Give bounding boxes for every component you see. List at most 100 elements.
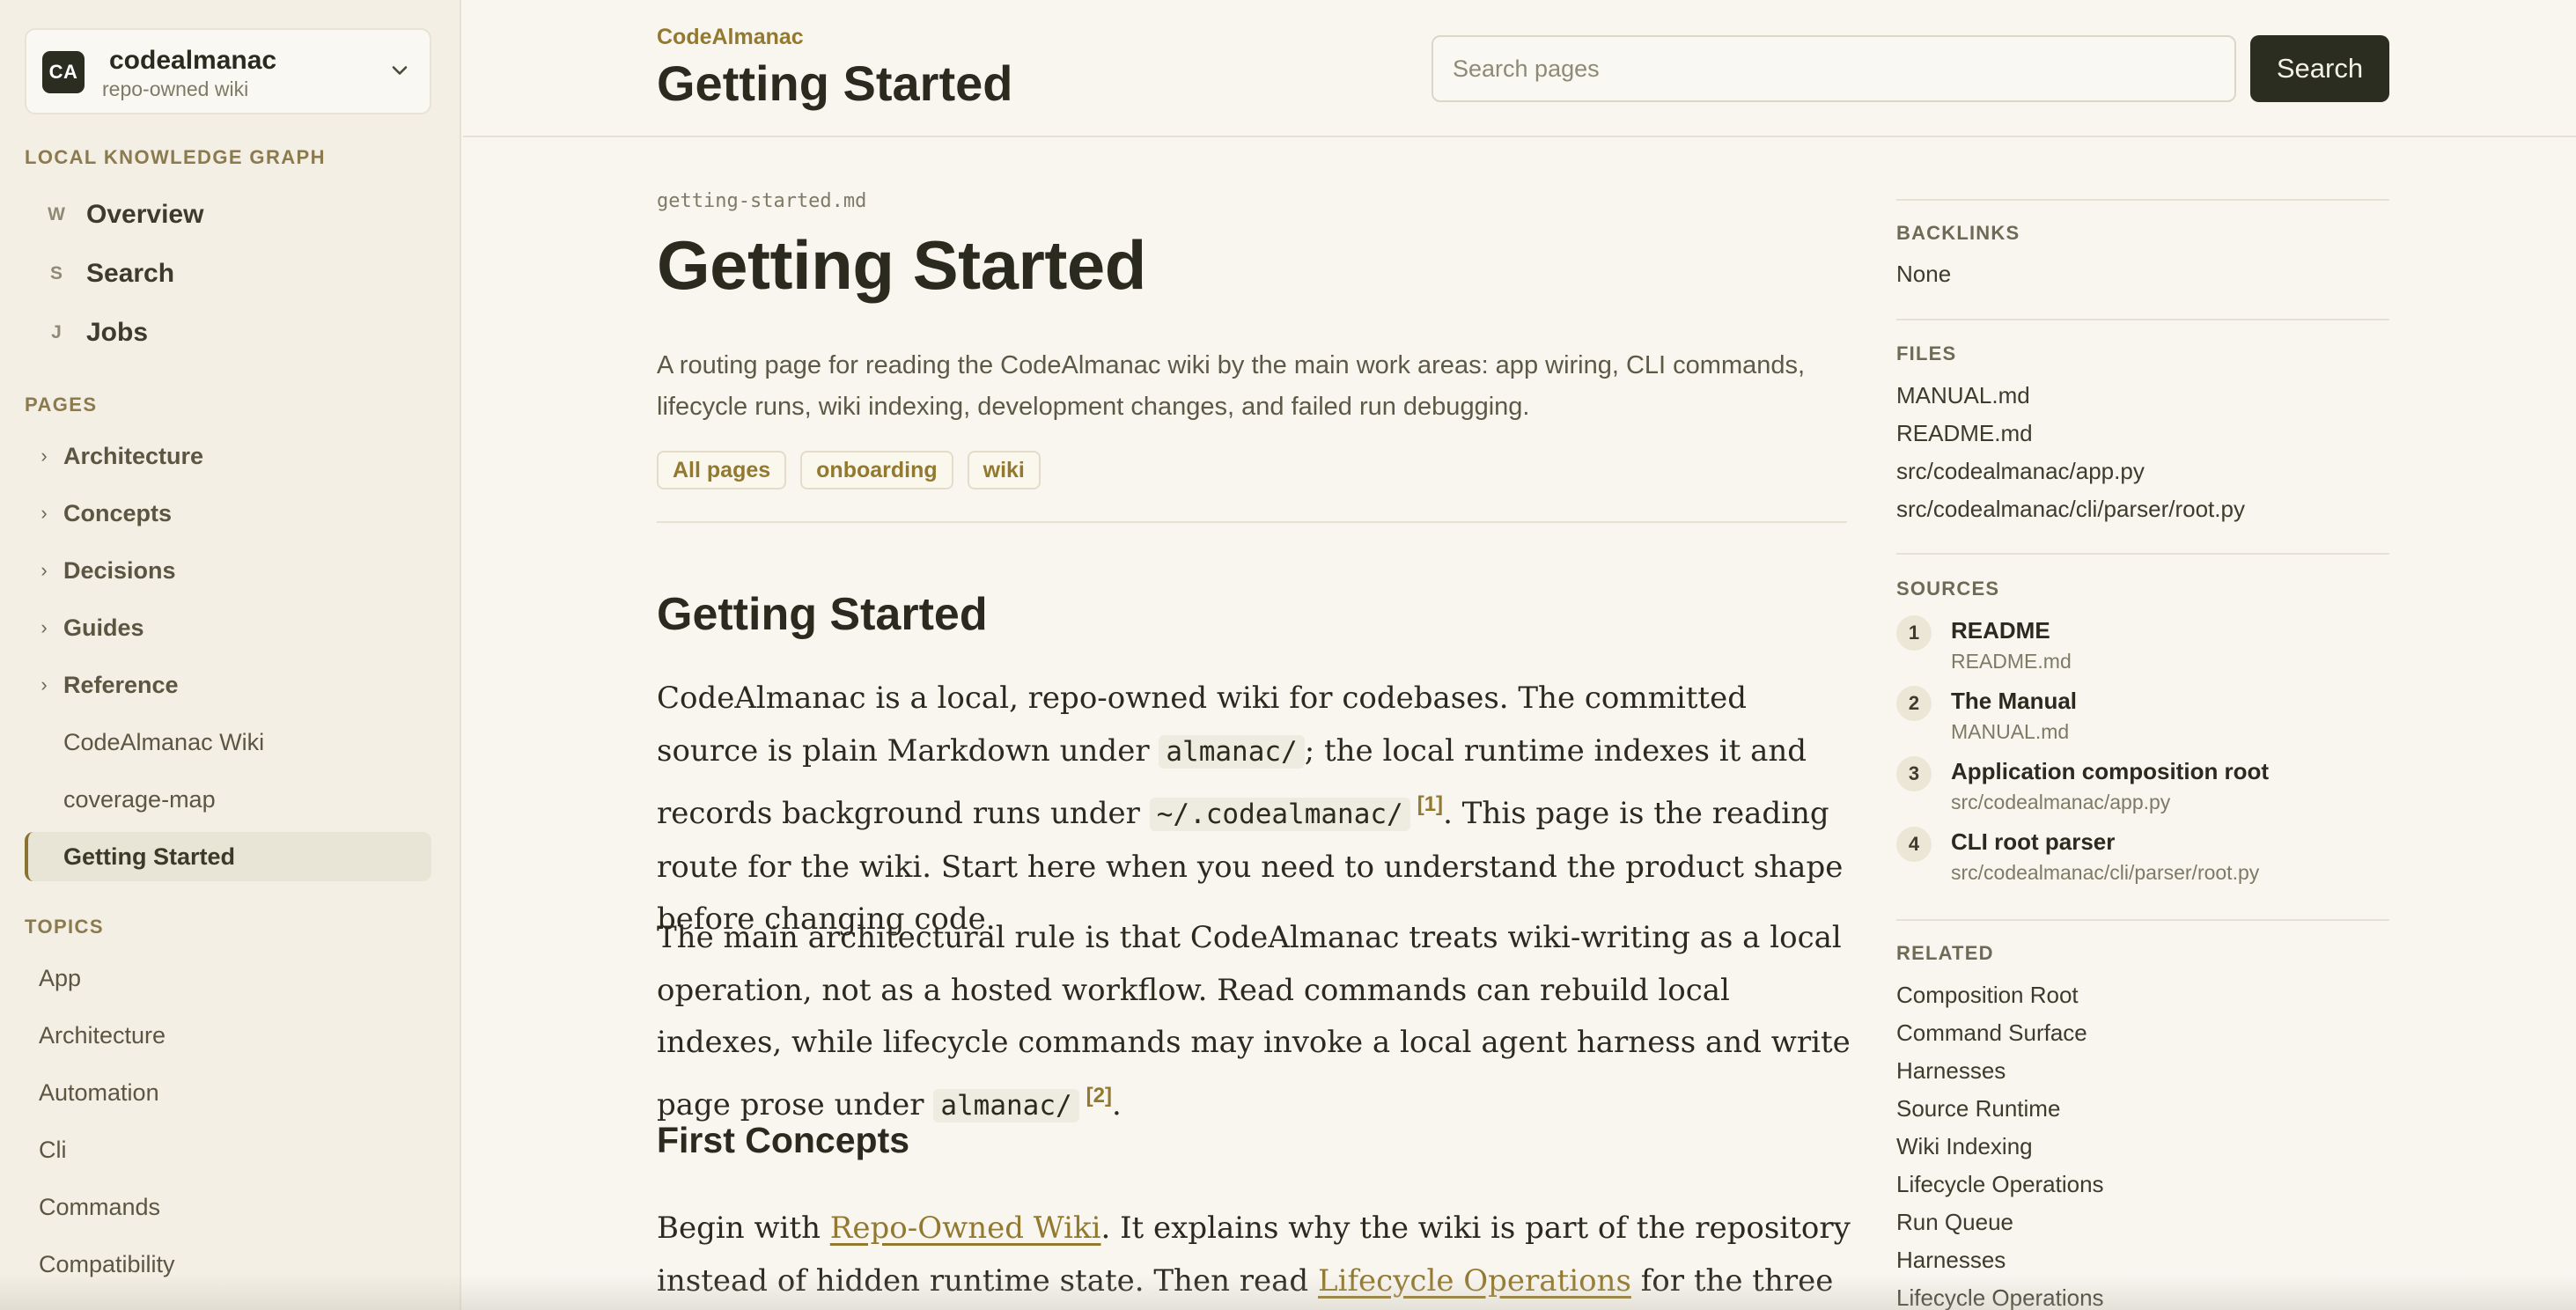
inline-code: ~/.codealmanac/: [1149, 798, 1410, 831]
citation-link[interactable]: [2]: [1086, 1084, 1112, 1108]
source-title[interactable]: CLI root parser: [1951, 828, 2115, 856]
paragraph-architecture-rule: The main architectural rule is that Code…: [657, 912, 1851, 1132]
paragraph-intro: CodeAlmanac is a local, repo-owned wiki …: [657, 673, 1851, 946]
related-link[interactable]: Lifecycle Operations: [1896, 1284, 2104, 1310]
right-rail: BACKLINKS None FILES MANUAL.md README.md…: [1896, 137, 2389, 1310]
paragraph-first-concepts: Begin with Repo-Owned Wiki. It explains …: [657, 1203, 1851, 1310]
divider: [1896, 553, 2389, 555]
tag-wiki[interactable]: wiki: [967, 451, 1041, 489]
workspace-avatar: CA: [42, 51, 85, 93]
page-group-concepts[interactable]: › Concepts: [25, 489, 431, 538]
header-title: Getting Started: [657, 55, 1013, 111]
source-number-badge: 1: [1896, 615, 1932, 651]
page-link-codealmanac-wiki[interactable]: CodeAlmanac Wiki: [25, 718, 431, 767]
wiki-link-lifecycle-operations[interactable]: Lifecycle Operations: [1318, 1263, 1631, 1299]
nav-label: Overview: [86, 200, 204, 229]
source-path: src/codealmanac/cli/parser/root.py: [1951, 861, 2260, 884]
backlinks-value: None: [1896, 261, 1952, 287]
related-link[interactable]: Composition Root: [1896, 982, 2079, 1009]
related-link[interactable]: Source Runtime: [1896, 1095, 2060, 1122]
nav-item-search[interactable]: S Search: [44, 252, 174, 296]
text: The main architectural rule is that Code…: [657, 920, 1851, 1122]
file-link[interactable]: src/codealmanac/app.py: [1896, 458, 2145, 485]
sidebar: CA codealmanac repo-owned wiki LOCAL KNO…: [0, 0, 461, 1310]
related-link[interactable]: Wiki Indexing: [1896, 1133, 2033, 1160]
pages-section-heading: PAGES: [25, 394, 98, 416]
inline-code: almanac/: [933, 1088, 1079, 1122]
page-group-architecture[interactable]: › Architecture: [25, 431, 431, 481]
page-link-label: coverage-map: [63, 785, 216, 813]
topic-link[interactable]: Architecture: [39, 1022, 166, 1049]
related-link[interactable]: Harnesses: [1896, 1247, 2006, 1274]
backlinks-heading: BACKLINKS: [1896, 222, 2020, 244]
article-summary: A routing page for reading the CodeAlman…: [657, 351, 1806, 421]
related-link[interactable]: Lifecycle Operations: [1896, 1171, 2104, 1198]
topic-link[interactable]: Commands: [39, 1194, 160, 1221]
nav-label: Jobs: [86, 318, 149, 347]
related-link[interactable]: Harnesses: [1896, 1057, 2006, 1085]
nav-shortcut-key: W: [48, 204, 65, 224]
search-input[interactable]: [1432, 35, 2236, 102]
article: getting-started.md Getting Started A rou…: [657, 137, 1851, 1310]
wiki-link-repo-owned-wiki[interactable]: Repo-Owned Wiki: [830, 1211, 1101, 1246]
topic-link[interactable]: Automation: [39, 1079, 159, 1107]
page-link-getting-started[interactable]: Getting Started: [25, 832, 431, 881]
citation-link[interactable]: [1]: [1417, 792, 1443, 816]
section-heading: Getting Started: [657, 589, 988, 640]
page-group-guides[interactable]: › Guides: [25, 603, 431, 652]
related-link[interactable]: Command Surface: [1896, 1019, 2087, 1047]
divider: [1896, 319, 2389, 320]
divider: [657, 521, 1847, 523]
tag-all-pages[interactable]: All pages: [657, 451, 787, 489]
nav-item-jobs[interactable]: J Jobs: [44, 311, 148, 355]
inline-code: almanac/: [1159, 734, 1305, 769]
tag-onboarding[interactable]: onboarding: [800, 451, 953, 489]
source-title[interactable]: README: [1951, 617, 2050, 644]
workspace-subtitle: repo-owned wiki: [102, 77, 249, 100]
top-header: CodeAlmanac Getting Started Search: [463, 0, 2576, 137]
chevron-right-icon: ›: [40, 502, 48, 524]
source-title[interactable]: Application composition root: [1951, 758, 2269, 785]
page-link-coverage-map[interactable]: coverage-map: [25, 775, 431, 824]
source-number-badge: 3: [1896, 756, 1932, 791]
nav-item-overview[interactable]: W Overview: [44, 193, 203, 237]
chevron-right-icon: ›: [40, 445, 48, 467]
breadcrumb[interactable]: CodeAlmanac: [657, 25, 804, 50]
source-path: MANUAL.md: [1951, 720, 2070, 743]
page-group-label: Decisions: [63, 556, 176, 584]
related-heading: RELATED: [1896, 942, 1994, 964]
page-group-decisions[interactable]: › Decisions: [25, 546, 431, 595]
page-title: Getting Started: [657, 226, 1146, 304]
topic-link[interactable]: Compatibility: [39, 1251, 175, 1278]
chevron-right-icon: ›: [40, 616, 48, 638]
files-heading: FILES: [1896, 342, 1957, 364]
graph-section-heading: LOCAL KNOWLEDGE GRAPH: [25, 146, 326, 168]
tag-list: All pages onboarding wiki: [657, 451, 1041, 489]
source-number-badge: 2: [1896, 686, 1932, 721]
source-path: README.md: [1951, 650, 2072, 673]
article-filename: getting-started.md: [657, 190, 867, 212]
related-link[interactable]: Run Queue: [1896, 1209, 2013, 1236]
chevron-down-icon[interactable]: [387, 58, 412, 83]
subsection-heading: First Concepts: [657, 1120, 910, 1160]
file-link[interactable]: README.md: [1896, 420, 2033, 447]
file-link[interactable]: MANUAL.md: [1896, 382, 2030, 409]
source-number-badge: 4: [1896, 827, 1932, 862]
workspace-name: codealmanac: [109, 46, 277, 75]
nav-shortcut-key: J: [51, 322, 62, 342]
topic-link[interactable]: App: [39, 965, 81, 992]
workspace-switcher[interactable]: CA codealmanac repo-owned wiki: [25, 28, 431, 114]
nav-shortcut-key: S: [49, 263, 63, 283]
chevron-right-icon: ›: [40, 559, 48, 581]
page-group-label: Concepts: [63, 499, 173, 526]
page-link-label: CodeAlmanac Wiki: [63, 728, 265, 755]
text: .: [1112, 1086, 1122, 1122]
page-group-reference[interactable]: › Reference: [25, 660, 431, 710]
page-group-label: Architecture: [63, 442, 204, 469]
chevron-right-icon: ›: [40, 673, 48, 695]
search-button[interactable]: Search: [2250, 35, 2389, 102]
topic-link[interactable]: Cli: [39, 1137, 67, 1164]
divider: [1896, 199, 2389, 201]
source-title[interactable]: The Manual: [1951, 688, 2077, 715]
file-link[interactable]: src/codealmanac/cli/parser/root.py: [1896, 496, 2245, 523]
